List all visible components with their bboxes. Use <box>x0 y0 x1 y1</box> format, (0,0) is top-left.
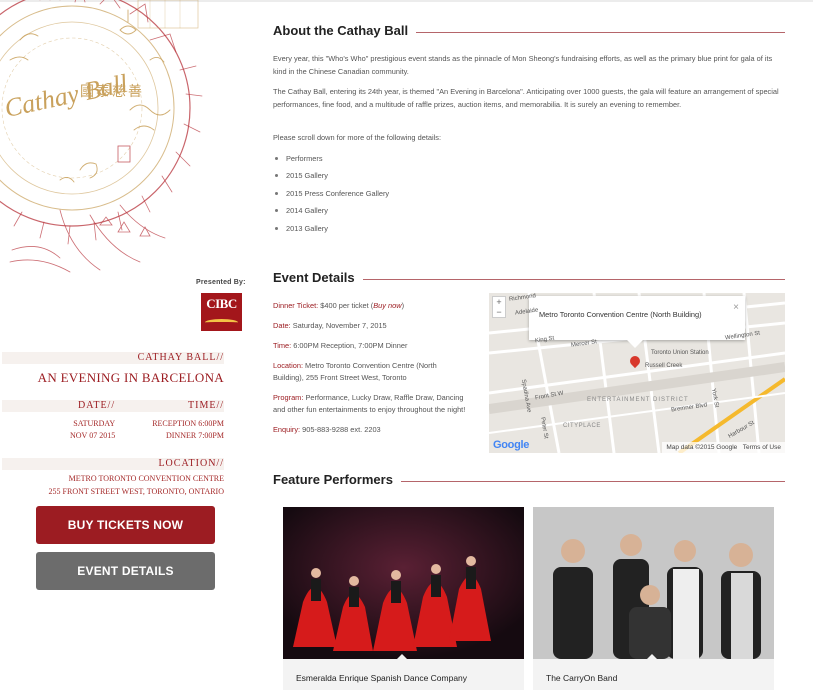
enquiry-row: Enquiry: 905-883-9288 ext. 2203 <box>273 424 468 436</box>
address-text: 255 FRONT STREET WEST, TORONTO, ONTARIO <box>48 487 224 496</box>
location-label: LOCATION// <box>158 458 224 469</box>
google-logo: Google <box>493 439 529 451</box>
date-label: DATE// <box>78 400 116 411</box>
about-paragraph-3: Please scroll down for more of the follo… <box>273 133 442 142</box>
cibc-logo-text: CIBC <box>206 296 237 311</box>
list-item-2014-gallery[interactable]: 2014 Gallery <box>273 206 389 223</box>
location-row: Location: Metro Toronto Convention Centr… <box>273 360 468 384</box>
about-paragraph-1: Every year, this "Who's Who" prestigious… <box>273 54 773 76</box>
ticket-end: ) <box>401 301 405 310</box>
event-date-label: Date: <box>273 321 291 330</box>
cibc-swoosh-icon <box>205 319 238 326</box>
event-location-label: Location: <box>273 361 303 370</box>
time-label: TIME// <box>188 400 224 411</box>
map-label-creek: Russell Creek <box>645 363 683 369</box>
google-logo-text: Google <box>493 439 530 451</box>
about-paragraph-2: The Cathay Ball, entering its 24th year,… <box>273 87 779 109</box>
performer-card[interactable]: The CarryOn Band <box>533 507 774 690</box>
event-time-value: 6:00PM Reception, 7:00PM Dinner <box>291 341 408 350</box>
event-heading: Event Details <box>273 270 363 285</box>
event-date-value: Saturday, November 7, 2015 <box>290 321 387 330</box>
cibc-logo[interactable]: CIBC <box>201 293 242 331</box>
list-item-2015-gallery[interactable]: 2015 Gallery <box>273 171 389 188</box>
close-icon[interactable]: × <box>733 302 739 313</box>
card-notch <box>646 654 658 660</box>
performer-caption[interactable]: The CarryOn Band <box>546 673 617 683</box>
left-sidebar: Cathay Ball 國泰慈善 Presented By: CIBC CATH… <box>0 0 250 690</box>
dance-company-photo <box>283 507 524 659</box>
event-details: Dinner Ticket: $400 per ticket (Buy now)… <box>273 300 468 444</box>
map-label-station: Toronto Union Station <box>651 350 709 356</box>
map-info-bubble: Metro Toronto Convention Centre (North B… <box>529 296 745 348</box>
event-section-header: Event Details <box>273 270 785 290</box>
performer-card[interactable]: Esmeralda Enrique Spanish Dance Company <box>283 507 524 690</box>
date-text: NOV 07 2015 <box>70 431 116 440</box>
map-label-district: ENTERTAINMENT DISTRICT <box>587 397 689 403</box>
map-terms-link[interactable]: Terms of Use <box>743 444 781 451</box>
date-value: SATURDAY NOV 07 2015 <box>70 418 115 442</box>
band-photo <box>533 507 774 659</box>
emblem-chinese-text: 國泰慈善 <box>80 84 144 100</box>
info-title: CATHAY BALL// <box>137 352 224 363</box>
map-label-cityplace: CITYPLACE <box>563 423 601 429</box>
buy-now-link[interactable]: Buy now <box>373 301 401 310</box>
zoom-in-icon[interactable]: + <box>493 297 505 307</box>
map-data-text: Map data ©2015 Google <box>666 444 738 451</box>
about-section-header: About the Cathay Ball <box>273 23 785 43</box>
program-row: Program: Performance, Lucky Draw, Raffle… <box>273 392 468 416</box>
event-time-label: Time: <box>273 341 292 350</box>
buy-tickets-button[interactable]: BUY TICKETS NOW <box>36 506 215 544</box>
location-map[interactable]: + − Metro Toronto Convention Centre (Nor… <box>489 293 785 453</box>
details-list: Performers 2015 Gallery 2015 Press Confe… <box>273 154 389 241</box>
reception-text: RECEPTION 6:00PM <box>152 419 224 428</box>
info-subtitle: AN EVENING IN BARCELONA <box>37 370 224 385</box>
time-row: Time: 6:00PM Reception, 7:00PM Dinner <box>273 340 468 352</box>
ticket-row: Dinner Ticket: $400 per ticket (Buy now) <box>273 300 468 312</box>
map-footer: Map data ©2015 Google Terms of Use <box>662 442 785 453</box>
ticket-value: $400 per ticket ( <box>318 301 374 310</box>
list-item-2015-press-gallery[interactable]: 2015 Press Conference Gallery <box>273 189 389 206</box>
time-value: RECEPTION 6:00PM DINNER 7:00PM <box>152 418 224 442</box>
performer-caption[interactable]: Esmeralda Enrique Spanish Dance Company <box>296 673 467 683</box>
ticket-label: Dinner Ticket: <box>273 301 319 310</box>
about-heading: About the Cathay Ball <box>273 23 417 38</box>
zoom-out-icon[interactable]: − <box>493 307 505 317</box>
map-bubble-text: Metro Toronto Convention Centre (North B… <box>539 310 702 319</box>
performers-section-header: Feature Performers <box>273 472 785 492</box>
map-zoom-control[interactable]: + − <box>492 296 506 318</box>
date-row: Date: Saturday, November 7, 2015 <box>273 320 468 332</box>
cathay-ball-emblem: Cathay Ball 國泰慈善 <box>0 0 203 273</box>
card-notch <box>396 654 408 660</box>
enquiry-value: 905-883-9288 ext. 2203 <box>300 425 381 434</box>
presented-by-label: Presented By: <box>196 279 246 286</box>
location-value: METRO TORONTO CONVENTION CENTRE 255 FRON… <box>49 472 224 498</box>
dinner-text: DINNER 7:00PM <box>165 431 224 440</box>
enquiry-label: Enquiry: <box>273 425 301 434</box>
program-label: Program: <box>273 393 304 402</box>
performers-heading: Feature Performers <box>273 472 401 487</box>
day-text: SATURDAY <box>73 419 116 428</box>
list-item-2013-gallery[interactable]: 2013 Gallery <box>273 224 389 241</box>
list-item-performers[interactable]: Performers <box>273 154 389 171</box>
event-details-button[interactable]: EVENT DETAILS <box>36 552 215 590</box>
venue-text: METRO TORONTO CONVENTION CENTRE <box>68 474 224 483</box>
